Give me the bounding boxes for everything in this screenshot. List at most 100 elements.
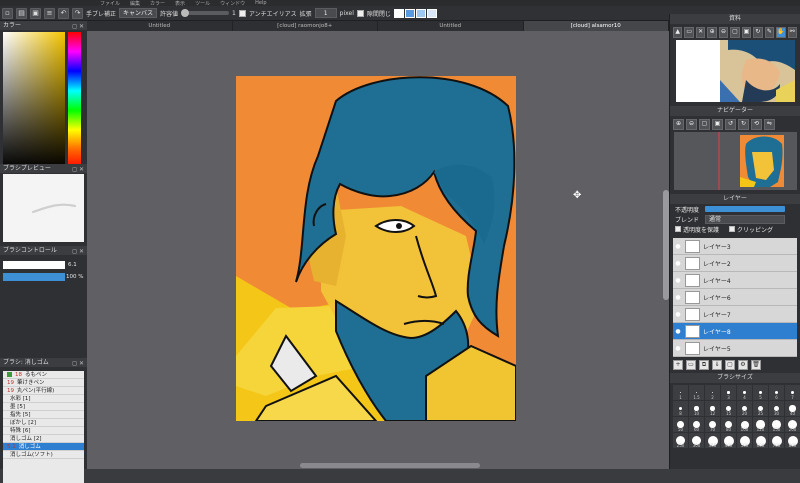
canvas-area[interactable] xyxy=(87,31,669,469)
brush-list-item[interactable]: 水彩 [1] xyxy=(3,395,84,403)
brush-size-cell[interactable]: 60 xyxy=(689,417,704,432)
brush-size-cell[interactable]: 250 xyxy=(673,433,688,448)
tab-cloud-raomonjo[interactable]: [cloud] raomonjo8+ xyxy=(233,21,378,31)
layer-row[interactable]: ● レイヤー2 xyxy=(673,255,797,272)
open-file-icon[interactable]: ▤ xyxy=(16,7,27,19)
brush-list-item[interactable]: 19 筆けきペン xyxy=(3,379,84,387)
brush-list-item[interactable]: 19 丸ペン(平行線) xyxy=(3,387,84,395)
panel-close-icon[interactable]: ◻ ✕ xyxy=(72,165,84,173)
protect-alpha-checkbox[interactable] xyxy=(675,225,681,232)
visibility-eye-icon[interactable]: ● xyxy=(673,294,683,301)
new-file-icon[interactable]: ▫ xyxy=(2,7,13,19)
hand-icon[interactable]: ✋ xyxy=(776,26,786,38)
brush-list-item[interactable]: 消しゴム(ソフト) xyxy=(3,451,84,459)
brush-size-bar[interactable] xyxy=(3,261,65,269)
layer-row[interactable]: ● レイヤー7 xyxy=(673,306,797,323)
visibility-eye-icon[interactable]: ● xyxy=(673,345,683,352)
navigator-thumbnail[interactable] xyxy=(674,132,797,190)
brush-size-cell[interactable]: 300 xyxy=(689,433,704,448)
opacity-slider[interactable] xyxy=(705,206,786,212)
panel-close-icon[interactable]: ◻ ✕ xyxy=(72,22,84,30)
visibility-eye-icon[interactable]: ● xyxy=(673,328,683,335)
layer-row[interactable]: ● レイヤー6 xyxy=(673,289,797,306)
save-icon[interactable]: ▣ xyxy=(30,7,41,19)
zoom-out-icon[interactable]: ⊖ xyxy=(718,26,729,38)
brush-size-cell[interactable]: 70 xyxy=(705,417,720,432)
brush-list-item[interactable]: 特殊 [6] xyxy=(3,427,84,435)
zoom-out-icon[interactable]: ⊖ xyxy=(686,118,697,130)
new-folder-icon[interactable]: ▭ xyxy=(686,360,696,370)
merge-down-icon[interactable]: ⇓ xyxy=(712,360,722,370)
canvas-select[interactable]: キャンバス xyxy=(119,8,158,18)
brush-size-cell[interactable]: 100 xyxy=(737,417,752,432)
brush-list-item[interactable]: 消しゴム [2] xyxy=(3,435,84,443)
visibility-eye-icon[interactable]: ● xyxy=(673,277,683,284)
layer-row[interactable]: ● レイヤー5 xyxy=(673,340,797,357)
tab-untitled-1[interactable]: Untitled xyxy=(87,21,233,31)
brush-size-cell[interactable]: 10 xyxy=(689,401,704,416)
brush-list-item[interactable]: ぼかし [2] xyxy=(3,419,84,427)
visibility-eye-icon[interactable]: ● xyxy=(673,260,683,267)
brush-size-cell[interactable]: 350 xyxy=(705,433,720,448)
blend-mode-select[interactable]: 通常 xyxy=(705,214,786,224)
brush-list-item[interactable]: 墨 [5] xyxy=(3,403,84,411)
list-icon[interactable]: ≡ xyxy=(44,7,55,19)
brush-size-cell[interactable]: 5 xyxy=(753,385,768,400)
reference-image[interactable] xyxy=(676,40,795,102)
rotate-right-icon[interactable]: ↻ xyxy=(738,118,749,130)
clipping-option[interactable]: クリッピング xyxy=(729,225,773,234)
visibility-eye-icon[interactable]: ● xyxy=(673,243,683,250)
brush-size-cell[interactable]: 25 xyxy=(753,401,768,416)
brush-opacity-bar[interactable] xyxy=(3,273,65,281)
brush-size-cell[interactable]: 2 xyxy=(705,385,720,400)
layer-row[interactable]: ● レイヤー4 xyxy=(673,272,797,289)
brush-size-cell[interactable]: 80 xyxy=(721,417,736,432)
brush-size-cell[interactable]: 7 xyxy=(785,385,800,400)
duplicate-layer-icon[interactable]: ⧉ xyxy=(699,360,709,370)
brush-size-cell[interactable]: 6 xyxy=(769,385,784,400)
clipping-checkbox[interactable] xyxy=(729,225,736,232)
protect-alpha-option[interactable]: 透明度を保護 xyxy=(675,225,719,234)
brush-size-cell[interactable]: 800 xyxy=(785,433,800,448)
tab-cloud-alsamor[interactable]: [cloud] alsamor10 xyxy=(523,21,669,31)
new-layer-icon[interactable]: + xyxy=(673,360,683,370)
visibility-eye-icon[interactable]: ● xyxy=(673,311,683,318)
brush-list-item[interactable]: 指先 [5] xyxy=(3,411,84,419)
layer-row[interactable]: ● レイヤー8 xyxy=(673,323,797,340)
brush-list-item[interactable]: 18 るもペン xyxy=(3,371,84,379)
artwork-canvas[interactable] xyxy=(236,76,516,421)
redo-icon[interactable]: ↷ xyxy=(72,7,83,19)
brush-size-cell[interactable]: 3 xyxy=(721,385,736,400)
brush-list-item[interactable]: 5.1 消しゴム xyxy=(3,443,84,451)
brush-size-cell[interactable]: 30 xyxy=(769,401,784,416)
color-swatch[interactable] xyxy=(415,8,426,18)
zoom-in-icon[interactable]: ⊕ xyxy=(707,26,717,38)
reset-rotation-icon[interactable]: ⟲ xyxy=(751,118,762,130)
brush-size-cell[interactable]: 150 xyxy=(769,417,784,432)
brush-size-cell[interactable]: 200 xyxy=(785,417,800,432)
panel-close-icon[interactable]: ◻ ✕ xyxy=(72,359,84,367)
folder-icon[interactable]: ▭ xyxy=(684,26,694,38)
link-icon[interactable]: ⚯ xyxy=(787,26,798,38)
close-icon[interactable]: ✕ xyxy=(695,26,706,38)
color-swatch[interactable] xyxy=(404,8,415,18)
color-swatch[interactable] xyxy=(393,8,404,18)
brush-size-cell[interactable]: 500 xyxy=(737,433,752,448)
brush-size-cell[interactable]: 50 xyxy=(673,417,688,432)
brush-size-cell[interactable]: 20 xyxy=(737,401,752,416)
eyedropper-icon[interactable]: ✎ xyxy=(764,26,775,38)
brush-size-cell[interactable]: 12 xyxy=(705,401,720,416)
horizontal-scrollbar[interactable] xyxy=(300,463,480,468)
brush-size-cell[interactable]: 15 xyxy=(721,401,736,416)
clear-layer-icon[interactable]: ▢ xyxy=(725,360,735,370)
rotate-left-icon[interactable]: ↺ xyxy=(725,118,736,130)
brush-size-cell[interactable]: 40 xyxy=(785,401,800,416)
expand-input[interactable]: 1 xyxy=(314,8,337,18)
flip-icon[interactable]: ⇋ xyxy=(764,118,775,130)
actual-size-icon[interactable]: ▣ xyxy=(712,118,723,130)
panel-close-icon[interactable]: ◻ ✕ xyxy=(72,247,84,255)
brush-size-cell[interactable]: 8 xyxy=(673,401,688,416)
brush-size-cell[interactable]: 1 xyxy=(673,385,688,400)
actual-size-icon[interactable]: ▣ xyxy=(741,26,752,38)
brush-size-cell[interactable]: 4 xyxy=(737,385,752,400)
